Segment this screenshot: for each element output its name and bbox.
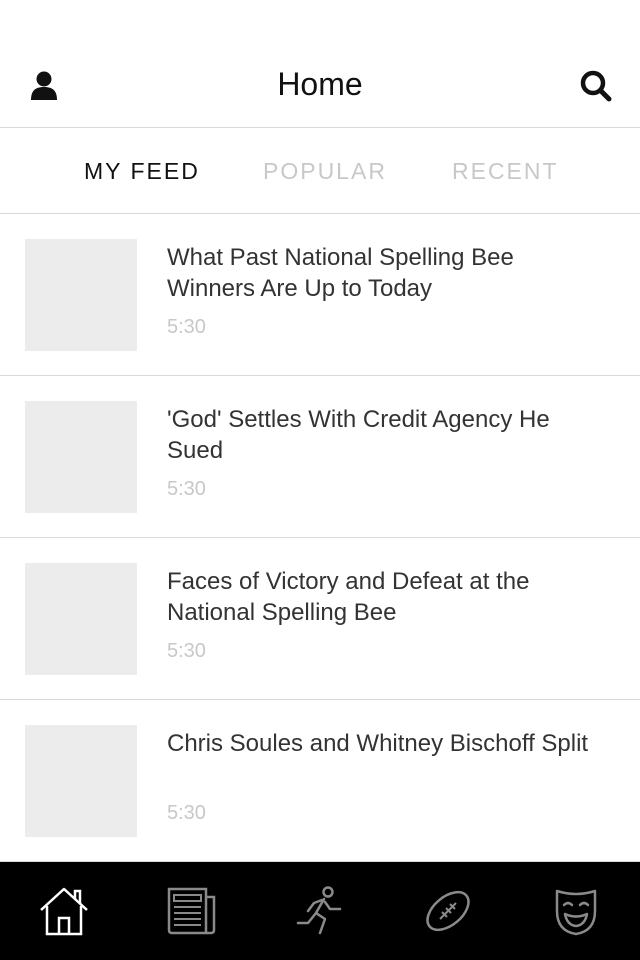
app-screen: Home MY FEED POPULAR RECENT What Past Na…	[0, 0, 640, 960]
page-title: Home	[277, 66, 363, 102]
feed-item[interactable]: What Past National Spelling Bee Winners …	[0, 214, 640, 376]
feed-item-title: What Past National Spelling Bee Winners …	[167, 244, 514, 302]
feed-item-duration: 5:30	[167, 478, 206, 500]
feed-item[interactable]: Chris Soules and Whitney Bischoff Split …	[0, 700, 640, 862]
football-icon	[426, 890, 470, 932]
tab-recent[interactable]: RECENT	[452, 158, 559, 185]
thumbnail-placeholder	[25, 239, 137, 351]
feed-item[interactable]: 'God' Settles With Credit Agency He Sued…	[0, 376, 640, 538]
bottom-tab-bar	[0, 862, 640, 960]
feed-item-duration: 5:30	[167, 802, 206, 824]
thumbnail-placeholder	[25, 563, 137, 675]
thumbnail-placeholder	[25, 725, 137, 837]
tab-bar-entertainment[interactable]	[546, 881, 606, 941]
tab-bar-football[interactable]	[418, 881, 478, 941]
tab-bar-sports[interactable]	[290, 881, 350, 941]
tab-popular[interactable]: POPULAR	[263, 158, 387, 185]
search-button[interactable]	[576, 66, 616, 106]
feed-tabs: MY FEED POPULAR RECENT	[0, 128, 640, 214]
search-icon	[580, 70, 612, 102]
tab-my-feed[interactable]: MY FEED	[84, 158, 200, 185]
tab-bar-news[interactable]	[162, 881, 222, 941]
theater-mask-icon	[555, 889, 597, 936]
home-icon	[40, 887, 88, 936]
tab-bar-home[interactable]	[34, 881, 94, 941]
feed-item-title: Chris Soules and Whitney Bischoff Split	[167, 730, 589, 757]
nav-bar: Home	[0, 44, 640, 128]
newspaper-icon	[167, 887, 216, 935]
status-bar	[0, 0, 640, 44]
thumbnail-placeholder	[25, 401, 137, 513]
feed-list: What Past National Spelling Bee Winners …	[0, 214, 640, 862]
feed-item-title: Faces of Victory and Defeat at the Natio…	[167, 568, 530, 626]
feed-item-title: 'God' Settles With Credit Agency He Sued	[167, 406, 550, 464]
runner-icon	[296, 886, 342, 935]
feed-item-duration: 5:30	[167, 640, 206, 662]
feed-item[interactable]: Faces of Victory and Defeat at the Natio…	[0, 538, 640, 700]
feed-item-duration: 5:30	[167, 316, 206, 338]
